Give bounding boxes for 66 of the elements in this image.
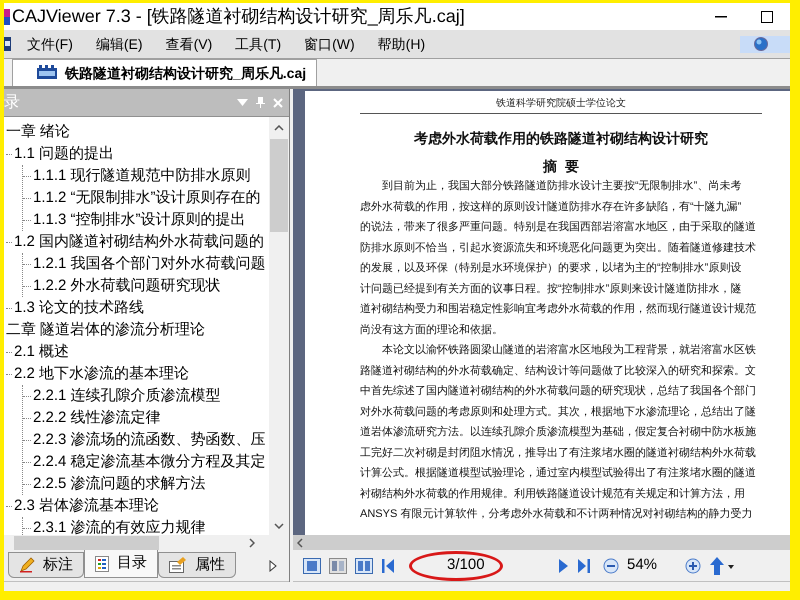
horizontal-scrollbar[interactable] <box>293 535 790 550</box>
next-page-icon[interactable] <box>557 558 569 574</box>
page-title: 考虑外水荷载作用的铁路隧道衬砌结构设计研究 <box>413 129 709 148</box>
single-page-icon[interactable] <box>303 558 321 574</box>
tab-scroll-icon[interactable] <box>269 560 277 572</box>
panel-tab[interactable]: 标注 <box>8 552 84 578</box>
last-page-icon[interactable] <box>577 558 591 574</box>
globe-icon <box>754 37 768 51</box>
properties-icon <box>169 557 187 573</box>
outline-item[interactable]: 1.2.2 外水荷载问题研究现状 <box>31 274 221 298</box>
vertical-scrollbar[interactable] <box>269 117 289 535</box>
language-indicator[interactable] <box>740 36 790 52</box>
scroll-down-icon[interactable] <box>274 523 284 529</box>
menu-item[interactable]: 文件(F) <box>19 32 81 56</box>
outline-item[interactable]: 1.2 国内隧道衬砌结构外水荷载问题的 <box>12 230 264 254</box>
document-icon <box>37 65 57 81</box>
list-icon <box>95 556 109 572</box>
outline-item[interactable]: 1.1.1 现行隧道规范中防排水原则 <box>31 164 251 188</box>
maximize-icon <box>761 10 773 22</box>
outline-item[interactable]: 二章 隧道岩体的渗流分析理论 <box>4 318 206 342</box>
scroll-left-icon[interactable] <box>297 538 303 548</box>
menu-item[interactable]: 查看(V) <box>158 32 220 56</box>
outline-item[interactable]: 2.2 地下水渗流的基本理论 <box>12 362 190 386</box>
menu-item[interactable]: 编辑(E) <box>88 32 151 56</box>
zoom-out-icon[interactable] <box>603 558 619 574</box>
app-icon <box>4 8 10 24</box>
menu-item[interactable]: 窗口(W) <box>296 32 363 56</box>
outline-item[interactable]: 2.2.1 连续孔隙介质渗流模型 <box>31 384 221 408</box>
two-page-icon[interactable] <box>355 558 373 574</box>
outline-item[interactable]: 2.3.1 渗流的有效应力规律 <box>31 516 206 535</box>
page-number-field[interactable]: 3/100 <box>447 554 517 577</box>
outline-item[interactable]: 2.1 概述 <box>12 340 70 364</box>
first-page-icon[interactable] <box>381 558 395 574</box>
scroll-up-icon[interactable] <box>274 125 284 131</box>
panel-tab[interactable]: 目录 <box>84 550 158 578</box>
menu-item[interactable]: 帮助(H) <box>370 32 434 56</box>
outline-item[interactable]: 一章 绪论 <box>4 120 70 144</box>
body-paragraph: 本论文以渝怀铁路圆梁山隧道的岩溶富水区地段为工程背景，就岩溶富水区铁 路隧道衬砌结构的外水荷载确定、结构设计等问题做了比较深入的研究和探索。文 中首先综述了国内隧道衬砌结构的外水荷载问题的研究现状，总结了我国各个部门 对外水荷载问题的考虑原则和处理方式。其次，根据地下水渗流理论，总结出了隧 道岩体渗流研究方法。以连续孔隙介质渗流模型为基础，假定复合衬砌中防水板施 工完好二次衬砌是封闭阻水情况，推导出了有注浆堵水圈的隧道衬砌结构外水荷载 计算公式。根据隧道模型试验理论，通过室内模型试验得出了有注浆堵水圈的隧道 衬砌结构外水荷载的作用规律。利用铁路隧道设计规范有关规定和计算方法，用 ANSYS 有限元计算软件，分考虑外水荷载和不计两种情况对衬砌结构的静力受力 <box>360 342 757 522</box>
outline-item[interactable]: 2.3 岩体渗流基本理论 <box>12 494 160 518</box>
outline-item[interactable]: 2.2.2 线性渗流定律 <box>31 406 161 430</box>
continuous-page-icon[interactable] <box>329 558 347 574</box>
pencil-icon <box>19 557 35 573</box>
outline-item[interactable]: 2.2.4 稳定渗流基本微分方程及其定 <box>31 450 266 474</box>
outline-item[interactable]: 2.2.3 渗流场的流函数、势函数、压 <box>31 428 266 452</box>
outline-item[interactable]: 2.2.5 渗流问题的求解方法 <box>31 472 206 496</box>
outline-item[interactable]: 1.1.3 “控制排水”设计原则的提出 <box>31 208 246 232</box>
outline-item[interactable]: 1.3 论文的技术路线 <box>12 296 144 320</box>
menu-item[interactable]: 工具(T) <box>227 32 290 56</box>
scrollbar-thumb[interactable] <box>14 536 159 550</box>
running-header: 铁道科学研究院硕士学位论文 <box>360 97 762 114</box>
scrollbar-thumb[interactable] <box>270 139 288 232</box>
outline-item[interactable]: 1.2.1 我国各个部门对外水荷载问题 <box>31 252 266 276</box>
document-tab[interactable]: 铁路隧道衬砌结构设计研究_周乐凡.caj <box>12 59 318 86</box>
outline-item[interactable]: 1.1.2 “无限制排水”设计原则存在的 <box>31 186 261 210</box>
body-paragraph: 到目前为止，我国大部分铁路隧道防排水设计主要按“无限制排水”、尚未考 虑外水荷载的作用，按这样的原则设计隧道防排水存在许多缺陷，有“十隧九漏” 的说法，带来了很多严重问题。特别是在我国西部岩溶富水地区，由于采取的隧道 防排水原则不恰当，引起水资源流失和环境恶化问题更为突出。随着隧道修建技术 的发展，以及环保（特别是水环境保护）的要求，以堵为主的“控制排水”原则设 计问题已经提到有关方面的议事日程。按“控制排水”原则来设计隧道防排水，隧 道衬砌结构受力和围岩稳定性影响宜考虑外水荷载的作用，然而现行隧道设计规范 尚没有这方面的理论和依据。 <box>360 178 757 338</box>
section-heading: 摘 要 <box>542 157 580 176</box>
zoom-level[interactable]: 54% <box>627 554 677 577</box>
zoom-in-icon[interactable] <box>685 558 701 574</box>
panel-tab[interactable]: 属性 <box>158 552 236 578</box>
up-arrow-dropdown-icon[interactable] <box>709 556 735 576</box>
document-icon <box>4 36 11 52</box>
outline-item[interactable]: 1.1 问题的提出 <box>12 142 114 166</box>
window-title: CAJViewer 7.3 - [铁路隧道衬砌结构设计研究_周乐凡.caj] <box>12 5 465 28</box>
scroll-right-icon[interactable] <box>249 538 255 548</box>
panel-title: 录 <box>4 92 20 112</box>
minimize-icon <box>715 16 727 18</box>
